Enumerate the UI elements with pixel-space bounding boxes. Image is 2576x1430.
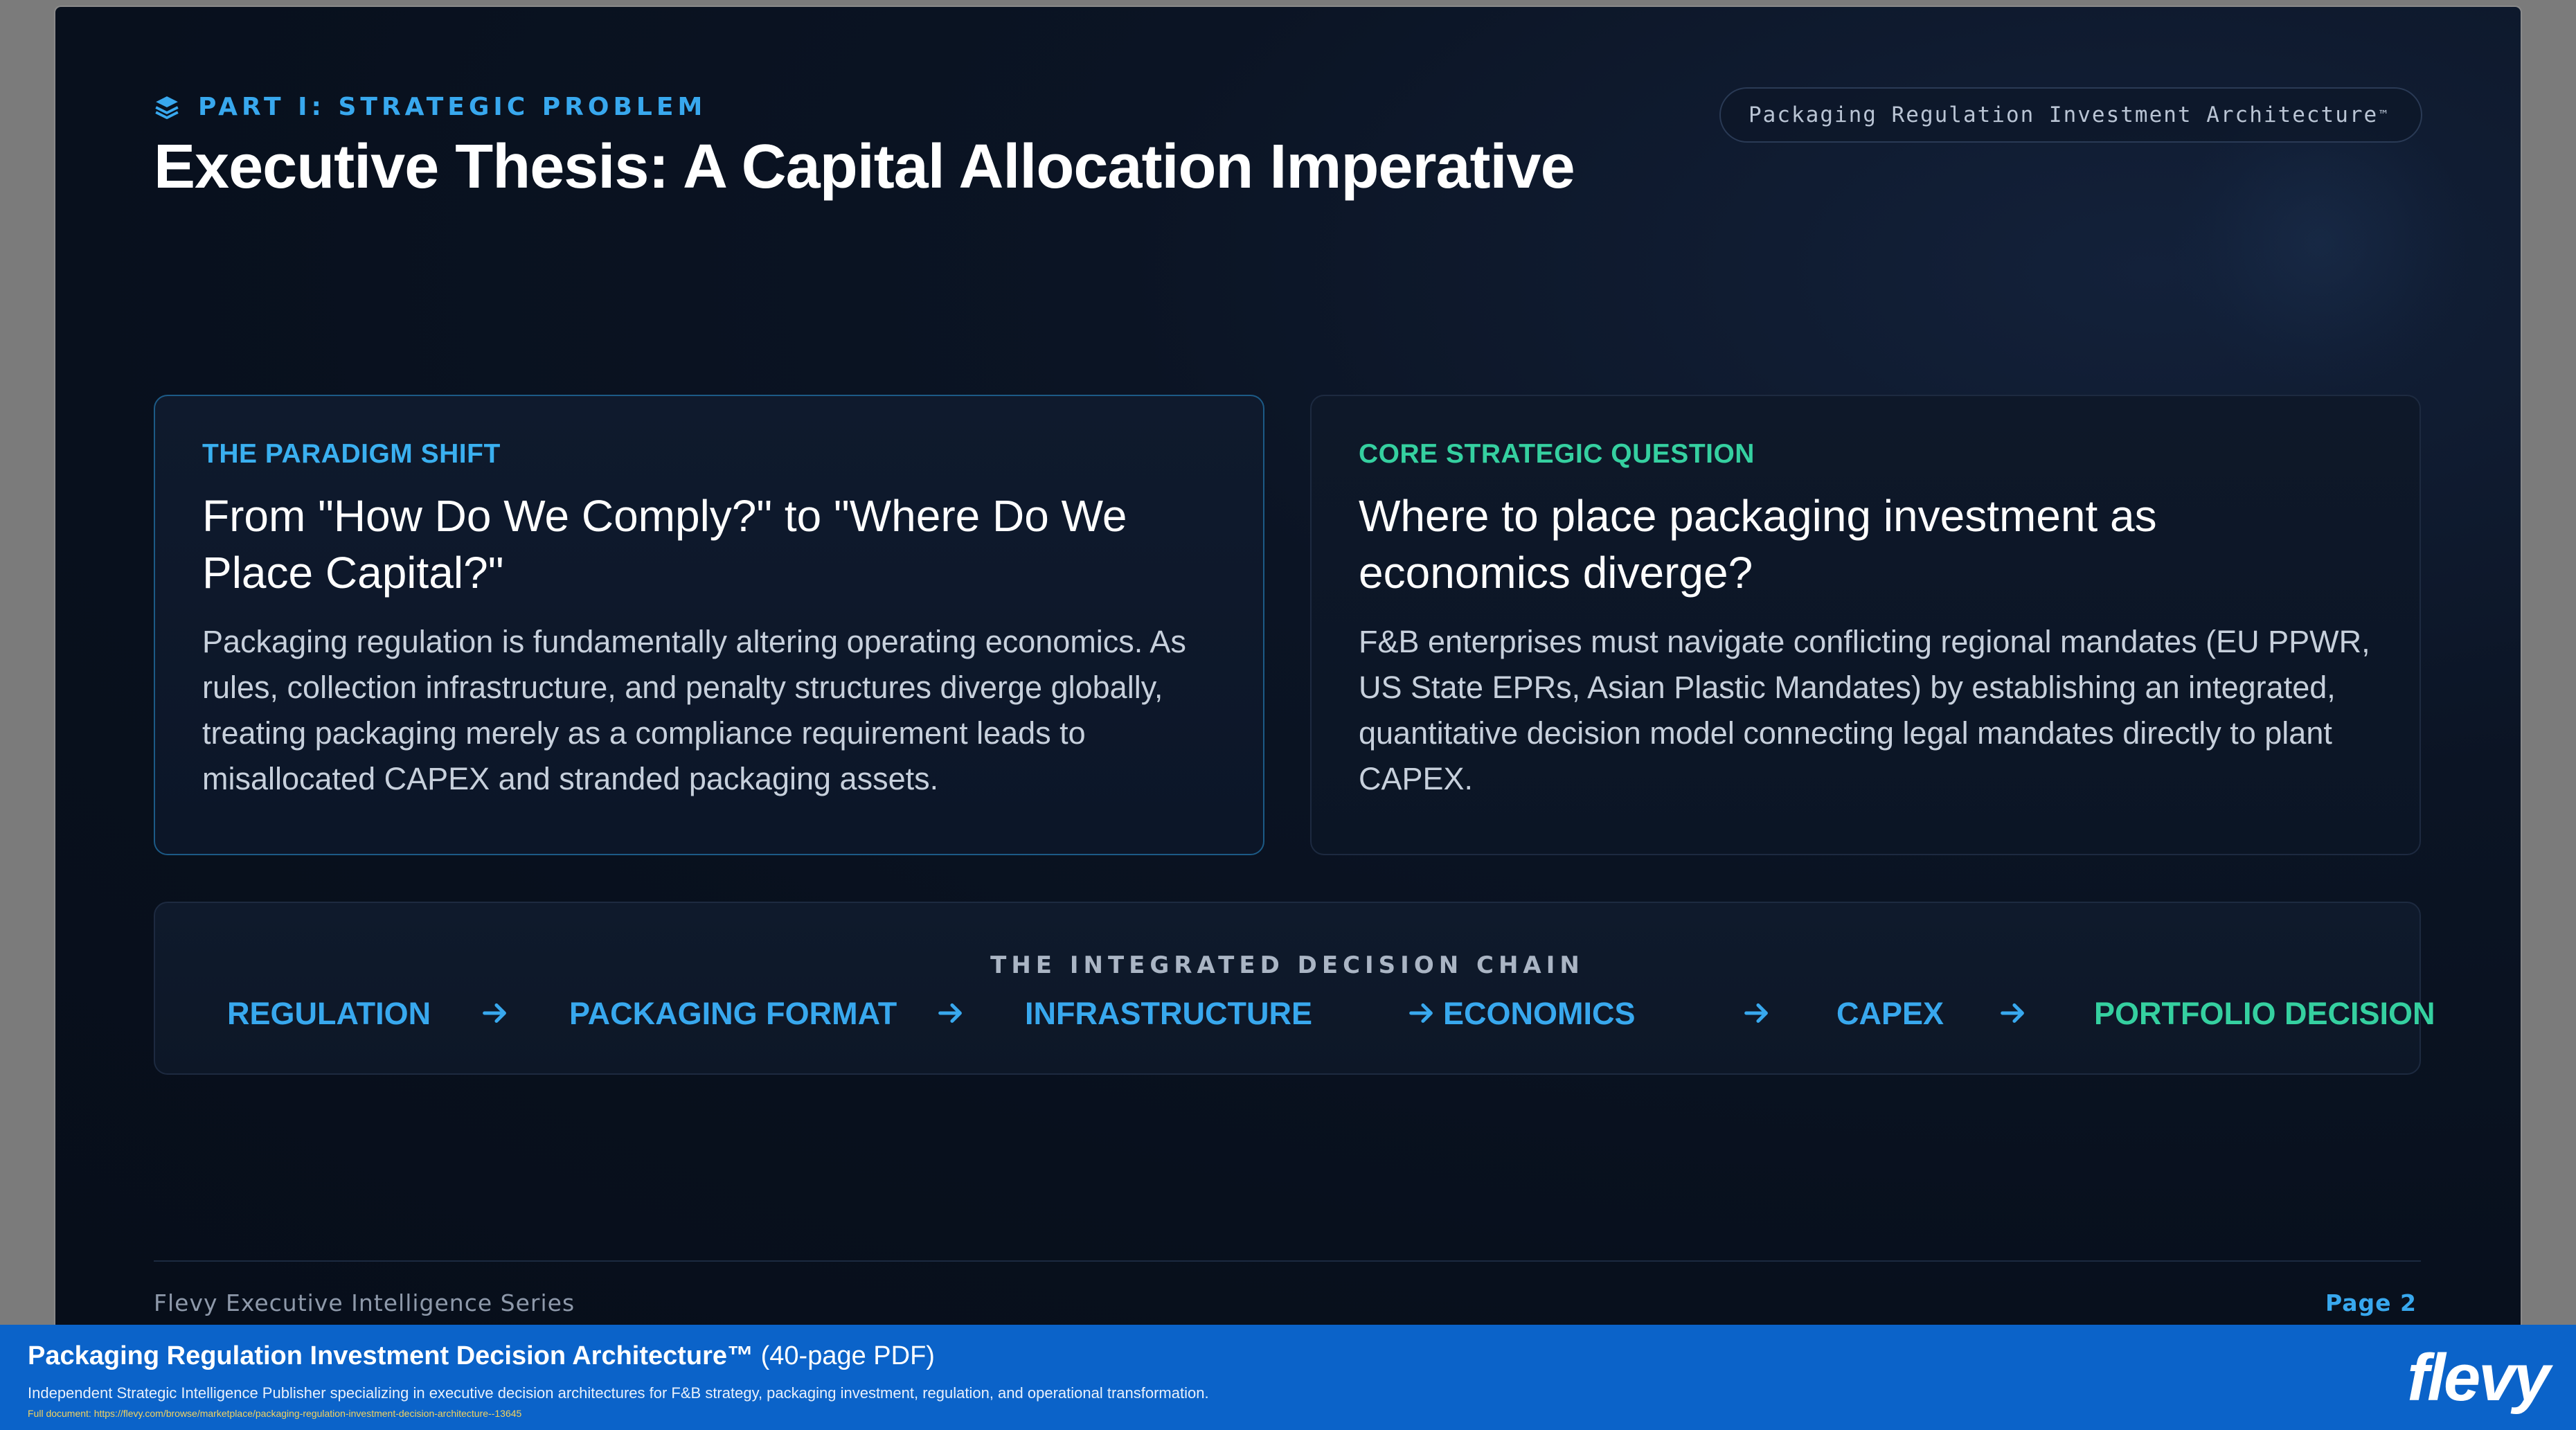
decision-chain-title: THE INTEGRATED DECISION CHAIN — [990, 951, 1584, 979]
decision-chain: THE INTEGRATED DECISION CHAIN REGULATION… — [154, 902, 2435, 1075]
chain-step-economics: ECONOMICS — [1443, 996, 1636, 1031]
arrow-right-icon — [1741, 997, 1773, 1029]
document-banner: Packaging Regulation Investment Decision… — [0, 1325, 2576, 1430]
chain-step-capex: CAPEX — [1836, 996, 1944, 1031]
banner-description: Independent Strategic Intelligence Publi… — [28, 1384, 1209, 1402]
brand-pill: Packaging Regulation Investment Architec… — [1719, 87, 2422, 143]
part-label-text: PART I: STRATEGIC PROBLEM — [198, 93, 707, 121]
part-label: PART I: STRATEGIC PROBLEM — [154, 93, 706, 121]
brand-pill-text: Packaging Regulation Investment Architec… — [1748, 102, 2379, 127]
layers-icon — [154, 94, 180, 120]
card-eyebrow: CORE STRATEGIC QUESTION — [1359, 439, 1755, 469]
strategic-question-card: CORE STRATEGIC QUESTION Where to place p… — [1310, 395, 2421, 855]
flevy-logo[interactable]: flevy — [2407, 1340, 2550, 1416]
document-viewer: PART I: STRATEGIC PROBLEM Executive Thes… — [0, 0, 2576, 1430]
paradigm-shift-card: THE PARADIGM SHIFT From "How Do We Compl… — [154, 395, 1264, 855]
footer-divider — [154, 1260, 2421, 1262]
card-eyebrow: THE PARADIGM SHIFT — [202, 439, 501, 469]
footer-series: Flevy Executive Intelligence Series — [154, 1289, 575, 1316]
arrow-right-icon — [479, 997, 511, 1029]
document-page-count: (40-page PDF) — [753, 1341, 935, 1370]
banner-title: Packaging Regulation Investment Decision… — [28, 1341, 935, 1371]
card-body: Packaging regulation is fundamentally al… — [202, 624, 1186, 796]
full-document-link[interactable]: Full document: https://flevy.com/browse/… — [28, 1408, 521, 1419]
document-name: Packaging Regulation Investment Decision… — [28, 1341, 754, 1370]
card-body: F&B enterprises must navigate conflictin… — [1359, 624, 2370, 796]
arrow-right-icon — [935, 997, 967, 1029]
card-heading: From "How Do We Comply?" to "Where Do We… — [202, 491, 1127, 598]
slide: PART I: STRATEGIC PROBLEM Executive Thes… — [55, 7, 2521, 1326]
chain-step-infrastructure: INFRASTRUCTURE — [1025, 996, 1312, 1031]
chain-step-packaging-format: PACKAGING FORMAT — [569, 996, 897, 1031]
card-heading: Where to place packaging investment as e… — [1359, 491, 2157, 598]
page-title: Executive Thesis: A Capital Allocation I… — [154, 132, 1575, 202]
arrow-right-icon — [1406, 997, 1438, 1029]
chain-step-regulation: REGULATION — [227, 996, 431, 1031]
arrow-right-icon — [1997, 997, 2029, 1029]
trademark-mark: ™ — [2379, 107, 2389, 123]
page-number: Page 2 — [2325, 1289, 2417, 1316]
chain-step-portfolio-decision: PORTFOLIO DECISION — [2094, 996, 2435, 1031]
